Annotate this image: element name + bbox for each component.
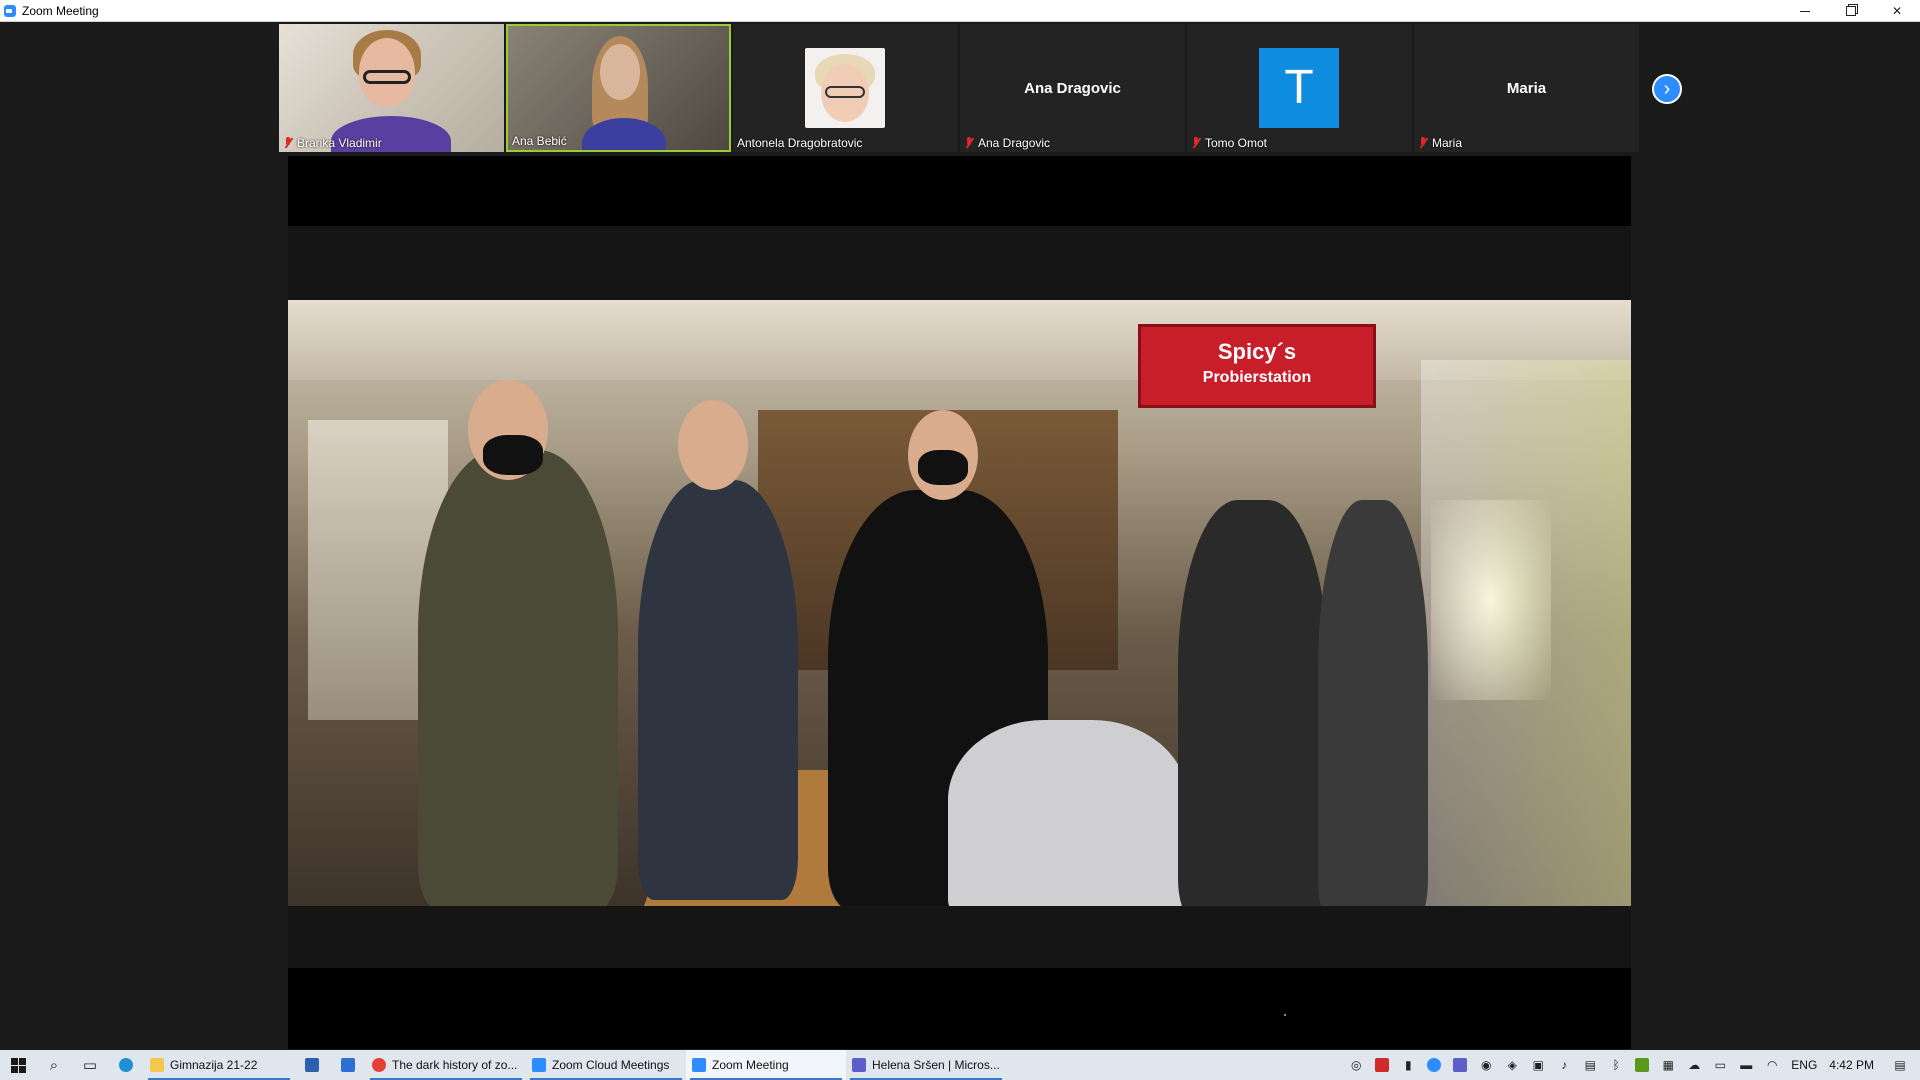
- participant-name: Ana Dragovic: [978, 136, 1051, 150]
- participant-label: Branka Vladimir: [283, 136, 382, 150]
- taskbar-app-teams[interactable]: Helena Sršen | Micros...: [846, 1050, 1006, 1080]
- participant-tile[interactable]: Antonela Dragobratovic: [733, 24, 958, 152]
- input-icon[interactable]: ▦: [1655, 1050, 1681, 1080]
- mail-icon[interactable]: [330, 1050, 366, 1080]
- profile-picture: [805, 48, 885, 128]
- shield-icon[interactable]: ◈: [1499, 1050, 1525, 1080]
- task-view-icon[interactable]: ▭: [72, 1050, 108, 1080]
- taskbar-app-chrome[interactable]: The dark history of zo...: [366, 1050, 526, 1080]
- edge-icon[interactable]: [108, 1050, 144, 1080]
- sign-subtitle: Probierstation: [1202, 369, 1312, 386]
- start-button[interactable]: [0, 1050, 36, 1080]
- participant-video: [508, 26, 729, 150]
- chrome-icon: [372, 1058, 386, 1072]
- participant-name: Maria: [1432, 136, 1463, 150]
- microphone-muted-icon: [964, 137, 974, 149]
- taskbar-app-label: Zoom Cloud Meetings: [552, 1058, 670, 1072]
- participant-tile[interactable]: Maria Maria: [1414, 24, 1639, 152]
- camera-icon[interactable]: ◉: [1473, 1050, 1499, 1080]
- participant-display-name: Ana Dragovic: [1024, 80, 1121, 97]
- shared-video-frame[interactable]: Spicy´s Probierstation: [288, 300, 1631, 906]
- teams-icon: [852, 1058, 866, 1072]
- search-icon[interactable]: ⌕: [36, 1050, 72, 1080]
- folder-icon: [150, 1058, 164, 1072]
- taskbar-app-folder[interactable]: Gimnazija 21-22: [144, 1050, 294, 1080]
- notifications-icon[interactable]: ▤: [1880, 1050, 1920, 1080]
- taskbar-app-zoom-cloud[interactable]: Zoom Cloud Meetings: [526, 1050, 686, 1080]
- display-icon[interactable]: ▣: [1525, 1050, 1551, 1080]
- taskbar-app-label: The dark history of zo...: [392, 1058, 518, 1072]
- windows-taskbar: ⌕ ▭ Gimnazija 21-22 The dark history of …: [0, 1050, 1920, 1080]
- language-indicator[interactable]: ENG: [1785, 1058, 1823, 1072]
- participant-label: Tomo Omot: [1191, 136, 1267, 150]
- participant-name: Branka Vladimir: [297, 136, 382, 150]
- title-bar: Zoom Meeting ✕: [0, 0, 1920, 22]
- minimize-button[interactable]: [1782, 0, 1828, 22]
- participant-tile[interactable]: Ana Dragovic Ana Dragovic: [960, 24, 1185, 152]
- teams-tray-icon[interactable]: [1447, 1050, 1473, 1080]
- participant-label: Maria: [1418, 136, 1462, 150]
- acrobat-icon[interactable]: [1369, 1050, 1395, 1080]
- clock[interactable]: 4:42 PM: [1823, 1058, 1880, 1072]
- monitor-icon[interactable]: ▭: [1707, 1050, 1733, 1080]
- microphone-icon[interactable]: ▮: [1395, 1050, 1421, 1080]
- taskbar-app-zoom-meeting[interactable]: Zoom Meeting: [686, 1050, 846, 1080]
- participant-name: Ana Bebić: [512, 134, 567, 148]
- store-sign: Spicy´s Probierstation: [1138, 324, 1376, 408]
- participant-video: [279, 24, 504, 152]
- participant-gallery: Branka Vladimir Ana Bebić Antonela Drago…: [279, 24, 1639, 154]
- window-controls: ✕: [1782, 0, 1920, 22]
- taskbar-app-label: Gimnazija 21-22: [170, 1058, 258, 1072]
- participant-tile[interactable]: Branka Vladimir: [279, 24, 504, 152]
- next-page-arrow-icon[interactable]: ›: [1652, 74, 1682, 104]
- participant-tile[interactable]: T Tomo Omot: [1187, 24, 1412, 152]
- microphone-muted-icon: [1418, 137, 1428, 149]
- zoom-icon: [532, 1058, 546, 1072]
- participant-label: Ana Bebić: [512, 134, 567, 148]
- restore-button[interactable]: [1828, 0, 1874, 22]
- participant-label: Antonela Dragobratovic: [737, 136, 862, 150]
- sign-title: Spicy´s: [1217, 339, 1297, 364]
- store-icon[interactable]: [294, 1050, 330, 1080]
- participant-name: Tomo Omot: [1205, 136, 1268, 150]
- zoom-icon: [692, 1058, 706, 1072]
- nvidia-icon[interactable]: [1629, 1050, 1655, 1080]
- close-button[interactable]: ✕: [1874, 0, 1920, 22]
- letterbox-band: [288, 226, 1631, 300]
- wifi-icon[interactable]: ◠: [1759, 1050, 1785, 1080]
- system-tray: ◎ ▮ ◉ ◈ ▣ ♪ ▤ ᛒ ▦ ☁ ▭ ▬ ◠ ENG 4:42 PM ▤: [1343, 1050, 1920, 1080]
- participant-tile-active-speaker[interactable]: Ana Bebić: [506, 24, 731, 152]
- onedrive-icon[interactable]: ☁: [1681, 1050, 1707, 1080]
- microphone-muted-icon: [1191, 137, 1201, 149]
- letterbox-band: [288, 906, 1631, 968]
- volume-icon[interactable]: ♪: [1551, 1050, 1577, 1080]
- participant-label: Ana Dragovic: [964, 136, 1050, 150]
- security-icon[interactable]: ◎: [1343, 1050, 1369, 1080]
- zoom-app-icon: [4, 4, 16, 17]
- zoom-tray-icon[interactable]: [1421, 1050, 1447, 1080]
- participant-display-name: Maria: [1506, 80, 1547, 97]
- window-title: Zoom Meeting: [22, 3, 99, 18]
- participant-initial-avatar: T: [1259, 48, 1339, 128]
- battery-icon[interactable]: ▬: [1733, 1050, 1759, 1080]
- taskbar-app-label: Helena Sršen | Micros...: [872, 1058, 1000, 1072]
- network-display-icon[interactable]: ▤: [1577, 1050, 1603, 1080]
- taskbar-app-label: Zoom Meeting: [712, 1058, 789, 1072]
- shared-screen: Spicy´s Probierstation: [288, 156, 1631, 1049]
- participant-name: Antonela Dragobratovic: [737, 136, 863, 150]
- microphone-muted-icon: [283, 137, 293, 149]
- windows-logo-icon: [10, 1057, 26, 1073]
- bluetooth-icon[interactable]: ᛒ: [1603, 1050, 1629, 1080]
